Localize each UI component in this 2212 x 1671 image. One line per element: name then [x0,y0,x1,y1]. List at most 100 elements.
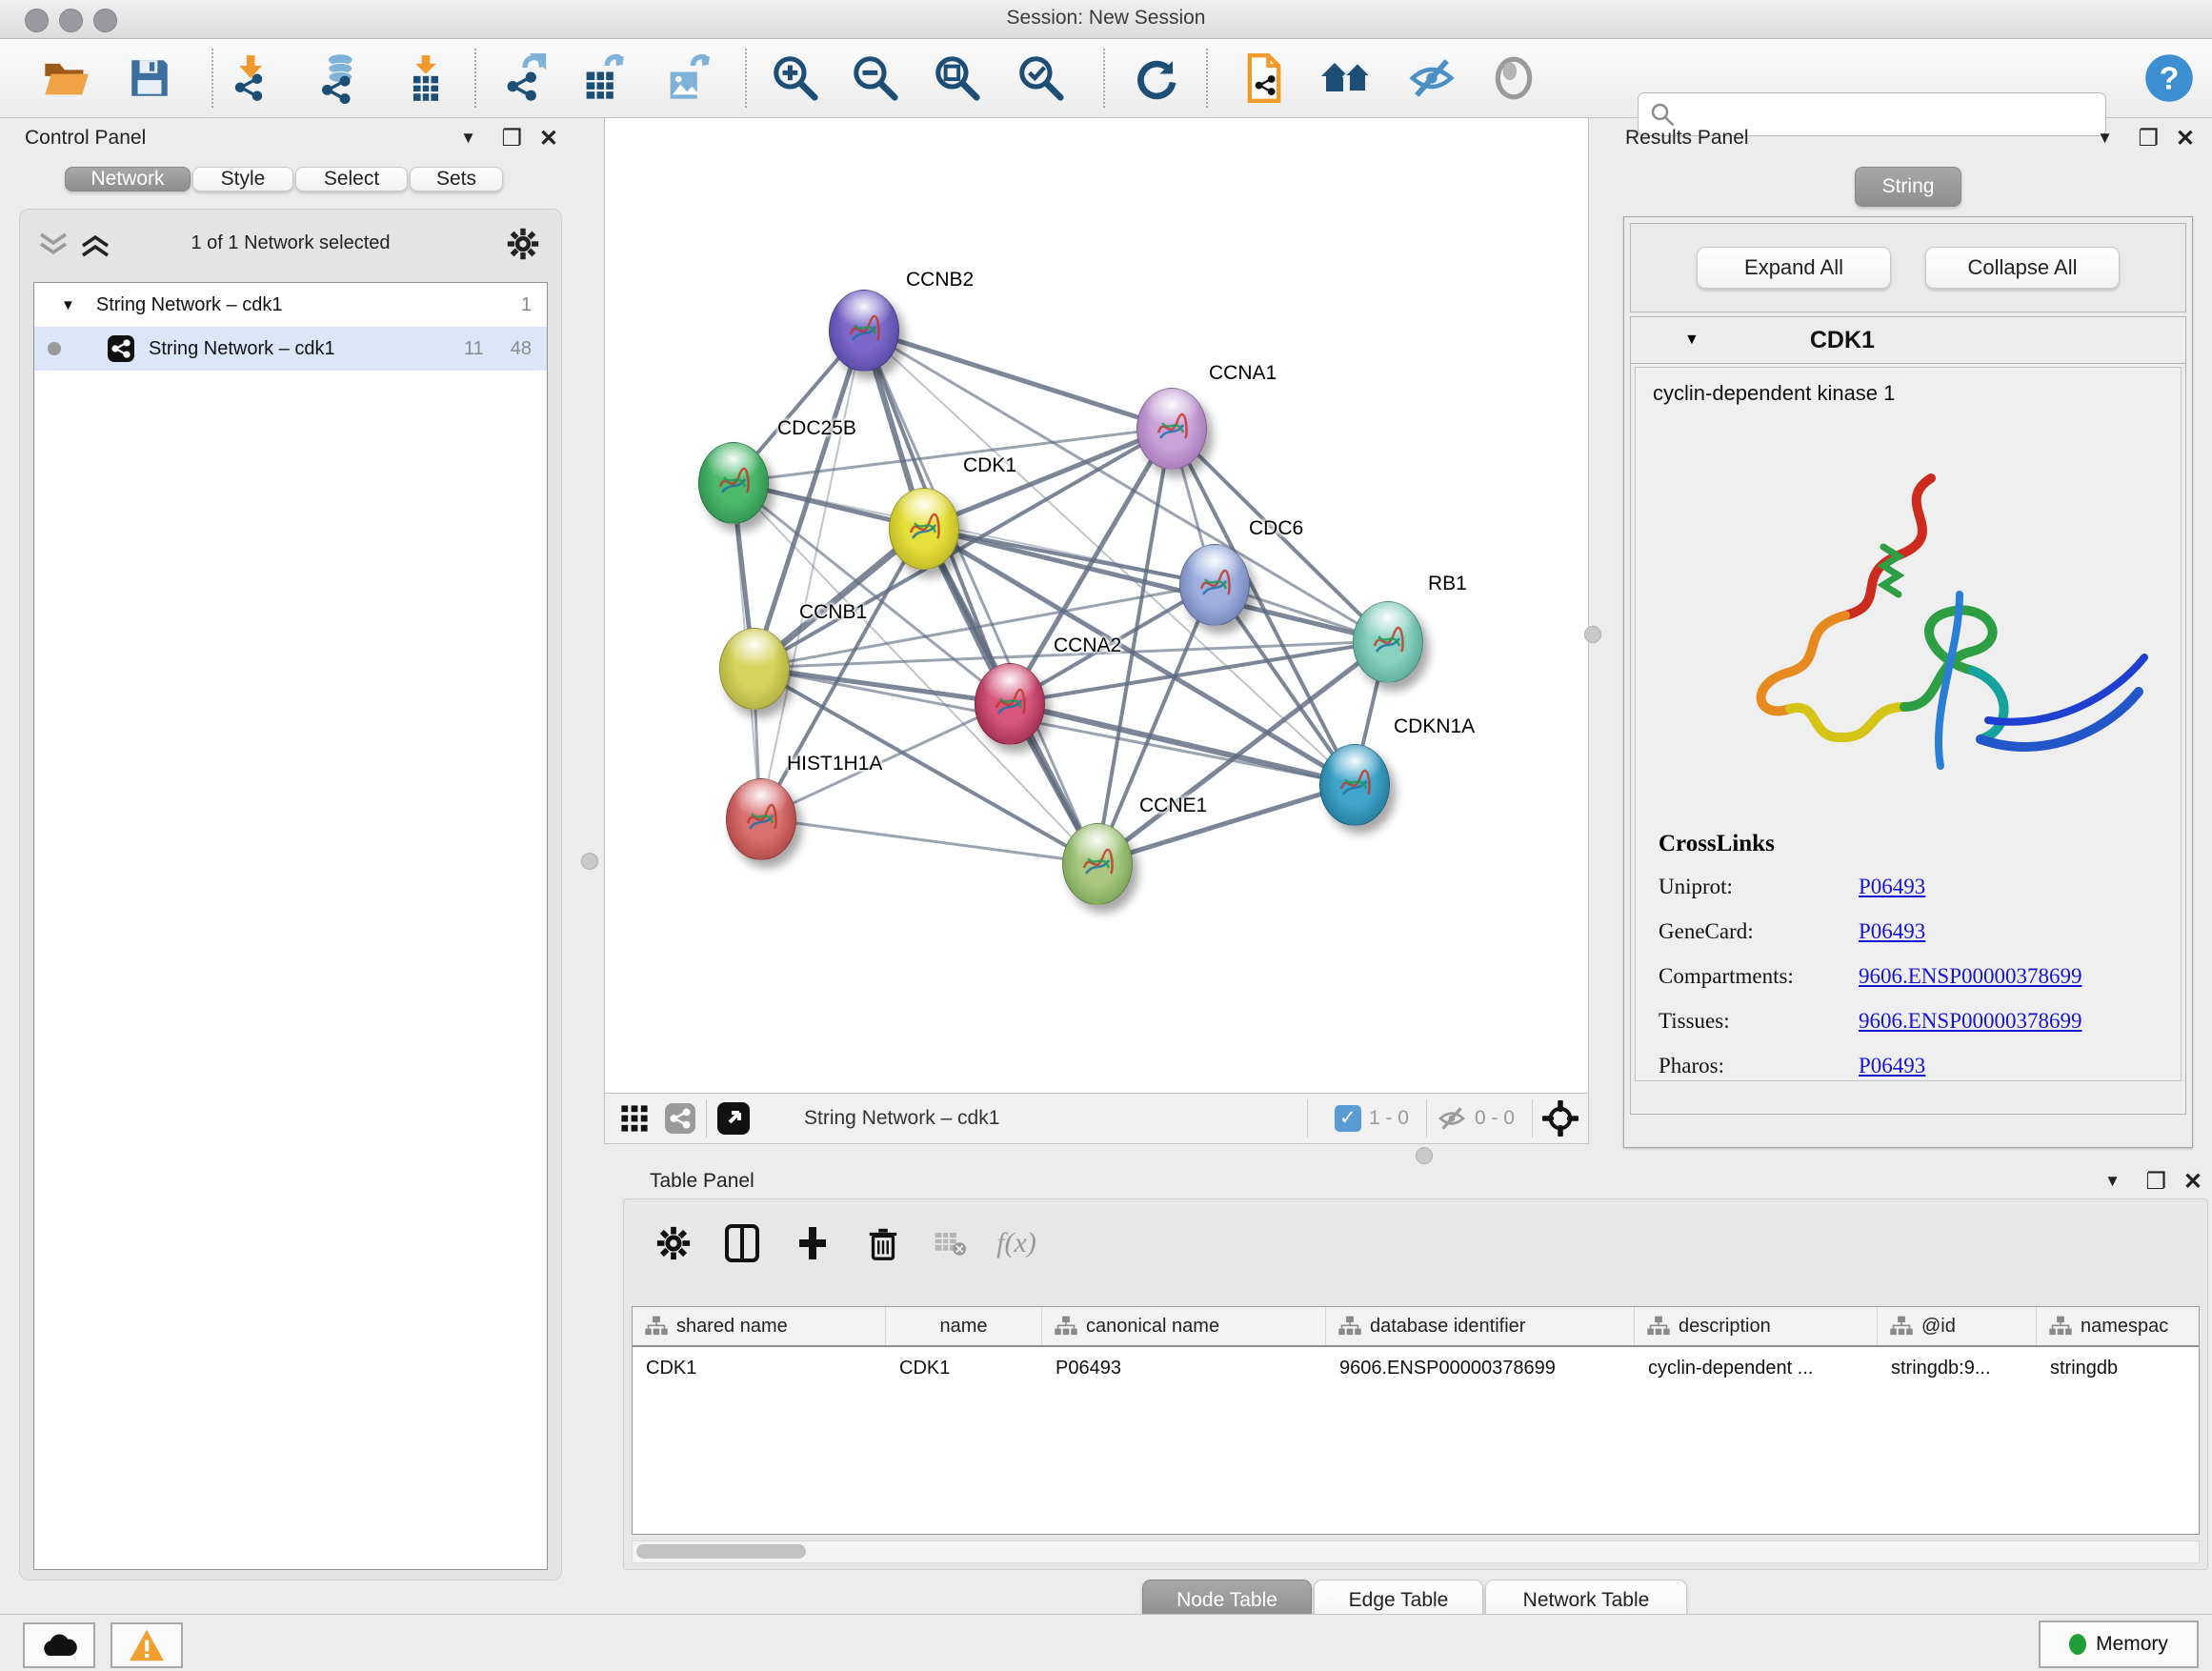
import-table-file-button[interactable] [398,50,453,106]
right-splitter-handle[interactable] [1584,626,1601,643]
column-header[interactable]: database identifier [1326,1307,1635,1345]
network-row[interactable]: String Network – cdk1 11 48 [34,327,547,371]
network-node-RB1[interactable] [1353,601,1423,683]
table-row[interactable]: CDK1 CDK1 P06493 9606.ENSP00000378699 cy… [633,1347,2199,1389]
control-panel-title: Control Panel [25,127,146,150]
create-column-button[interactable] [786,1217,839,1270]
shared-column-icon [1646,1314,1671,1339]
tab-sets[interactable]: Sets [410,167,503,191]
share-view-icon[interactable] [664,1102,696,1135]
shared-column-icon [1337,1314,1362,1339]
zoom-selected-button[interactable] [1014,50,1069,106]
float-panel-icon[interactable]: ❐ [501,125,522,152]
import-network-file-button[interactable] [221,50,276,106]
show-columns-button[interactable] [715,1217,769,1270]
crosslinks-title: CrossLinks [1659,831,2082,857]
open-session-button[interactable] [38,50,93,106]
entry-collapse-icon[interactable]: ▼ [1684,332,1699,349]
export-network-button[interactable] [497,50,553,106]
column-header[interactable]: shared name [633,1307,886,1345]
column-header[interactable]: namespac [2037,1307,2197,1345]
close-panel-icon[interactable]: ✕ [2176,125,2195,152]
network-options-gear-icon[interactable] [506,227,540,261]
panel-menu-icon[interactable]: ▼ [460,129,476,148]
export-table-button[interactable] [575,50,631,106]
network-node-HIST1H1A[interactable] [726,778,796,860]
column-header[interactable]: name [886,1307,1042,1345]
node-result-header[interactable]: ▼ CDK1 [1631,317,2185,364]
float-panel-icon[interactable]: ❐ [2145,1168,2166,1196]
save-session-button[interactable] [122,50,177,106]
export-image-button[interactable] [659,50,714,106]
crosslink-link[interactable]: P06493 [1859,1054,1925,1078]
network-node-CCNA1[interactable] [1136,388,1207,470]
memory-status-dot [2069,1634,2086,1655]
selected-checkbox-icon[interactable]: ✓ [1335,1105,1361,1132]
panel-menu-icon[interactable]: ▼ [2104,1172,2121,1191]
network-node-CDKN1A[interactable] [1319,744,1390,826]
network-node-CCNE1[interactable] [1062,823,1133,905]
crosshair-icon[interactable] [1542,1100,1579,1137]
column-header[interactable]: canonical name [1042,1307,1326,1345]
tab-network[interactable]: Network [65,167,191,191]
hide-selected-button[interactable] [1404,50,1459,106]
table-horizontal-scrollbar[interactable] [632,1540,2200,1563]
collection-expand-icon[interactable]: ▼ [61,297,75,313]
hidden-eye-icon[interactable] [1437,1103,1467,1134]
node-label: CCNA2 [1054,634,1121,657]
network-node-CCNB1[interactable] [719,628,790,710]
crosslink-link[interactable]: P06493 [1859,919,1925,944]
panel-menu-icon[interactable]: ▼ [2097,129,2113,148]
crosslink-link[interactable]: P06493 [1859,875,1925,899]
column-header[interactable]: description [1635,1307,1878,1345]
main-toolbar: ? [0,39,2212,118]
collapse-all-button[interactable]: Collapse All [1925,247,2120,289]
warnings-button[interactable] [111,1622,183,1668]
help-button[interactable]: ? [2142,50,2197,106]
network-node-CCNB2[interactable] [829,290,899,372]
close-panel-icon[interactable]: ✕ [2183,1168,2202,1196]
zoom-in-button[interactable] [768,50,823,106]
network-node-CDC6[interactable] [1179,544,1250,626]
network-collection-row[interactable]: ▼ String Network – cdk1 1 [34,283,547,327]
title-bar: Session: New Session [0,0,2212,39]
grid-view-icon[interactable] [618,1102,651,1135]
home-button[interactable] [1318,50,1374,106]
string-results-container: Expand All Collapse All ▼ CDK1 cyclin-de… [1623,216,2193,1148]
delete-column-button[interactable] [856,1217,910,1270]
tab-style[interactable]: Style [192,167,293,191]
crosslink-link[interactable]: 9606.ENSP00000378699 [1859,964,2082,989]
string-document-button[interactable] [1237,50,1292,106]
network-node-CDC25B[interactable] [698,442,769,524]
zoom-out-button[interactable] [848,50,903,106]
structure-thumbnail [989,683,1031,725]
import-network-database-button[interactable] [311,50,366,106]
structure-thumbnail [843,310,885,352]
scrollbar-thumb[interactable] [636,1544,806,1559]
apply-layout-button[interactable] [1128,50,1183,106]
structure-thumbnail [1151,408,1193,450]
zoom-fit-button[interactable] [930,50,985,106]
structure-thumbnail [903,508,945,550]
left-splitter-handle[interactable] [581,853,598,870]
network-node-CDK1[interactable] [889,488,959,570]
search-input[interactable] [1677,103,2105,126]
float-panel-icon[interactable]: ❐ [2138,125,2159,152]
show-all-button[interactable] [1486,50,1541,106]
network-canvas[interactable]: CCNB2CCNA1CDC25BCDK1CDC6RB1CCNB1CCNA2CDK… [605,118,1588,1094]
network-node-CCNA2[interactable] [975,663,1045,745]
tab-string[interactable]: String [1855,167,1961,207]
tab-select[interactable]: Select [295,167,408,191]
memory-button[interactable]: Memory [2039,1621,2199,1668]
column-header[interactable]: @id [1878,1307,2037,1345]
open-folder-icon [41,53,90,103]
footer-separator [1307,1099,1308,1137]
table-options-gear-button[interactable] [647,1217,700,1270]
crosslink-link[interactable]: 9606.ENSP00000378699 [1859,1009,2082,1034]
close-panel-icon[interactable]: ✕ [539,125,558,152]
cloud-status-button[interactable] [23,1622,95,1668]
node-label: CCNB2 [906,269,974,292]
expand-all-button[interactable]: Expand All [1697,247,1891,289]
birdseye-view-icon[interactable] [716,1101,751,1136]
node-table: shared name name canonical name database… [632,1306,2200,1535]
